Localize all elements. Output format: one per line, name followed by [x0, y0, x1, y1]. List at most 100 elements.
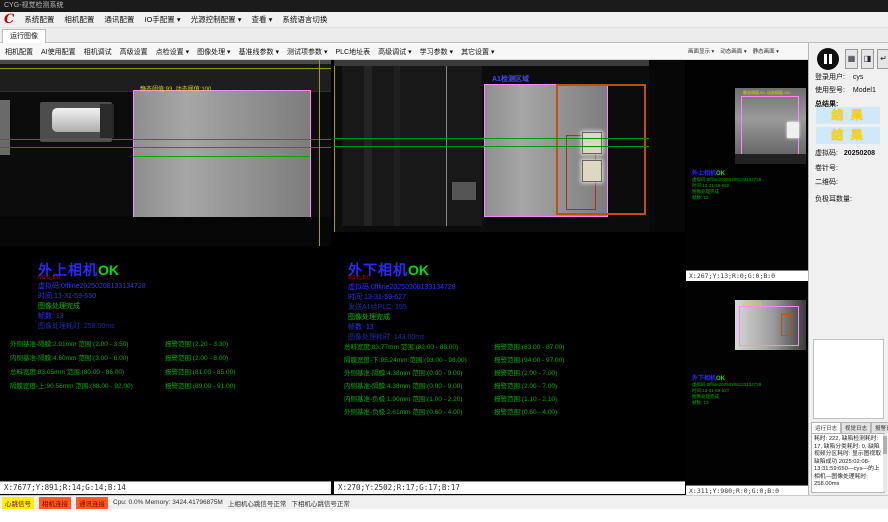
pause-button[interactable]: [817, 48, 839, 70]
measurement-row: 总料宽度:83.05mm 范围:(80.00 - 86.00): [10, 366, 124, 376]
roller-cylinder: [52, 108, 104, 132]
thumbnail-overlay-text: 外上相机OK 虚拟码:0ffline20250208133134728 时间:1…: [692, 168, 762, 201]
tool-test-params[interactable]: 测试项参数 ▾: [287, 47, 327, 57]
log-tab-vision[interactable]: 视觉日志: [841, 422, 871, 433]
model-label: 使用型号:: [815, 87, 845, 94]
alarm-range: 报警范围:(83.00 - 87.00): [494, 341, 564, 351]
log-text-area[interactable]: 耗时: 222, 缺陷检测耗时: 17, 缺陷分类耗时: 0, 缺陷视频分区耗时…: [811, 433, 885, 493]
tool-advanced-debug[interactable]: 高级调试 ▾: [378, 47, 411, 57]
tool-learning-params[interactable]: 学习参数 ▾: [420, 47, 453, 57]
electrode-block: [133, 90, 311, 219]
lower-camera-heartbeat-text: 下相机心跳信号正常: [291, 498, 350, 508]
mini-line: 帧数: 13: [692, 195, 762, 201]
measurement-row: 隔膜宽度-上:90.56mm 范围:(88.00 - 92.00): [10, 380, 133, 390]
login-user-label: 登录用户:: [815, 74, 845, 81]
menu-language-switch[interactable]: 系统语言切换: [282, 14, 327, 25]
time-line: 时间:13-31-59-650: [38, 291, 96, 301]
tool-image-processing[interactable]: 图像处理 ▾: [197, 47, 230, 57]
led-spot: [582, 132, 602, 154]
log-scrollbar[interactable]: [883, 434, 887, 492]
lower-camera-view[interactable]: A1检测区域 外下相机OK NG:0_B:0 虚拟码:0ffline202502…: [334, 60, 685, 481]
log-tab-alarm[interactable]: 报警日志: [871, 422, 888, 433]
upper-camera-heartbeat-text: 上相机心跳信号正常: [228, 498, 287, 508]
thumb-threshold-text: A1检测区域: [741, 301, 762, 307]
upper-camera-coord-bar: X:7677;Y:891;R:14;G:14;B:14: [0, 481, 331, 494]
pin-number-label: 卷针号:: [815, 163, 838, 173]
save-icon: ◨: [864, 54, 872, 63]
tool-ai-config[interactable]: AI使用配置: [41, 47, 76, 57]
tool-other-settings[interactable]: 其它设置 ▾: [461, 47, 494, 57]
measurement-row: 外侧基准-隔膜:2.91mm 范围:(2.00 - 3.50): [10, 338, 128, 348]
right-sidebar: ▦ ◨ ↵ 登录用户: cys 使用型号: Model1 总结果: 结 果 结 …: [808, 43, 888, 495]
alarm-range: 报警范围:(2.20 - 3.30): [165, 338, 228, 348]
upper-camera-view[interactable]: 静态阈值:93, 动态阈值:100 外上相机OK NG:0_B:0 虚拟码:0f…: [0, 60, 331, 481]
menu-io-config[interactable]: IO手配置 ▾: [144, 14, 180, 25]
window-title: CYG-视觉检测系统: [4, 2, 64, 9]
tab-bar: 运行图像: [0, 28, 888, 43]
qr-code-label: 二维码:: [815, 177, 838, 187]
alarm-range: 报警范围:(2.00 - 7.00): [494, 380, 557, 390]
upper-camera-thumbnail-panel[interactable]: 静态阈值:93, 动态阈值:100 外上相机OK 虚拟码:0ffline2025…: [686, 62, 808, 281]
thumbnail-image[interactable]: 静态阈值:93, 动态阈值:100: [735, 88, 806, 164]
tool-plc-address[interactable]: PLC地址表: [336, 47, 371, 57]
tool-camera-config[interactable]: 相机配置: [5, 47, 33, 57]
result-box-lower: 结 果: [816, 127, 880, 144]
menu-light-config[interactable]: 光源控制配置 ▾: [191, 14, 242, 25]
camera-icon: ▦: [848, 54, 856, 63]
scrollbar-thumb[interactable]: [883, 436, 887, 454]
menu-comm-config[interactable]: 通讯配置: [104, 14, 134, 25]
lower-camera-image[interactable]: A1检测区域: [334, 60, 685, 232]
virtual-code-row: 虚拟码: 20250208: [815, 148, 875, 158]
measurement-row: 内侧基准-隔膜:4.38mm 范围:(0.00 - 9.00): [344, 380, 462, 390]
menu-view[interactable]: 查看 ▾: [252, 14, 273, 25]
thumbnail-overlay-text: 外下相机OK 虚拟码:0ffline20250208133134728 时间:1…: [692, 373, 762, 406]
log-tab-run[interactable]: 运行日志: [811, 422, 841, 433]
toolbar: 相机配置 AI使用配置 相机调试 高级设置 点检设置 ▾ 图像处理 ▾ 基准线参…: [0, 43, 808, 60]
model-row: 使用型号: Model1: [815, 85, 876, 95]
ok-status: OK: [98, 262, 119, 278]
process-done-line: 图像处理完成: [348, 312, 390, 322]
thumb-tool-static[interactable]: 静态画面 ▾: [753, 47, 779, 55]
thumb-bright-spot: [787, 122, 799, 138]
tool-baseline-params[interactable]: 基准线参数 ▾: [239, 47, 279, 57]
thumb-dark-band: [735, 154, 806, 164]
upper-camera-image[interactable]: 静态阈值:93, 动态阈值:100: [0, 60, 331, 246]
return-icon: ↵: [880, 54, 887, 63]
virtual-code-value: 20250208: [844, 150, 875, 157]
measurement-row: 外侧基准-负极:2.61mm 范围:(0.60 - 4.00): [344, 406, 462, 416]
baseline-green-2: [0, 147, 331, 148]
process-done-line: 图像处理完成: [38, 301, 80, 311]
thumb-tool-dynamic[interactable]: 动态画面 ▾: [720, 47, 746, 55]
thumbnail-image[interactable]: A1检测区域: [735, 300, 806, 350]
tool-advanced-settings[interactable]: 高级设置: [120, 47, 148, 57]
result-list-box[interactable]: [813, 339, 884, 419]
time-line: 时间:13-31-59-627: [348, 292, 406, 302]
menu-camera-config[interactable]: 相机配置: [64, 14, 94, 25]
tool-camera-debug[interactable]: 相机调试: [84, 47, 112, 57]
mini-line: 帧数: 13: [692, 400, 762, 406]
cpu-memory-text: Cpu: 0.0% Memory: 3424.41796875M: [113, 499, 223, 506]
thumb-tool-display[interactable]: 画面显示 ▾: [688, 47, 714, 55]
login-user-row: 登录用户: cys: [815, 72, 863, 82]
alarm-range: 报警范围:(1.10 - 2.10): [494, 393, 557, 403]
roi-label: A1检测区域: [492, 74, 529, 84]
tab-run-image[interactable]: 运行图像: [2, 29, 46, 44]
comm-connect-badge: 通讯连接: [76, 497, 108, 509]
app-logo-icon: C: [4, 13, 14, 27]
save-tool-button[interactable]: ◨: [861, 49, 874, 69]
alarm-range: 报警范围:(0.60 - 4.00): [494, 406, 557, 416]
return-tool-button[interactable]: ↵: [877, 49, 888, 69]
tool-spotcheck-settings[interactable]: 点检设置 ▾: [156, 47, 189, 57]
alarm-range: 报警范围:(94.00 - 97.00): [494, 354, 564, 364]
virtual-code-line: 虚拟码:0ffline20250208133134728: [348, 282, 456, 292]
camera-tool-button[interactable]: ▦: [845, 49, 858, 69]
measurement-row: 总料宽度:83.77mm 范围:(82.00 - 88.00): [344, 341, 458, 351]
thumbnail-coord-bar: X:267;Y:13;R:0;G:0;B:0: [686, 270, 808, 281]
menu-system-config[interactable]: 系统配置: [24, 14, 54, 25]
lower-camera-thumbnail-panel[interactable]: A1检测区域 外下相机OK 虚拟码:0ffline202502081331347…: [686, 285, 808, 496]
alarm-range: 报警范围:(81.00 - 85.00): [165, 366, 235, 376]
panel-detail: [452, 182, 476, 200]
thumbnail-column: 静态阈值:93, 动态阈值:100 外上相机OK 虚拟码:0ffline2025…: [686, 60, 808, 481]
virtual-code-label: 虚拟码:: [815, 150, 838, 157]
negative-tab-count-label: 负极耳数量:: [815, 194, 852, 204]
